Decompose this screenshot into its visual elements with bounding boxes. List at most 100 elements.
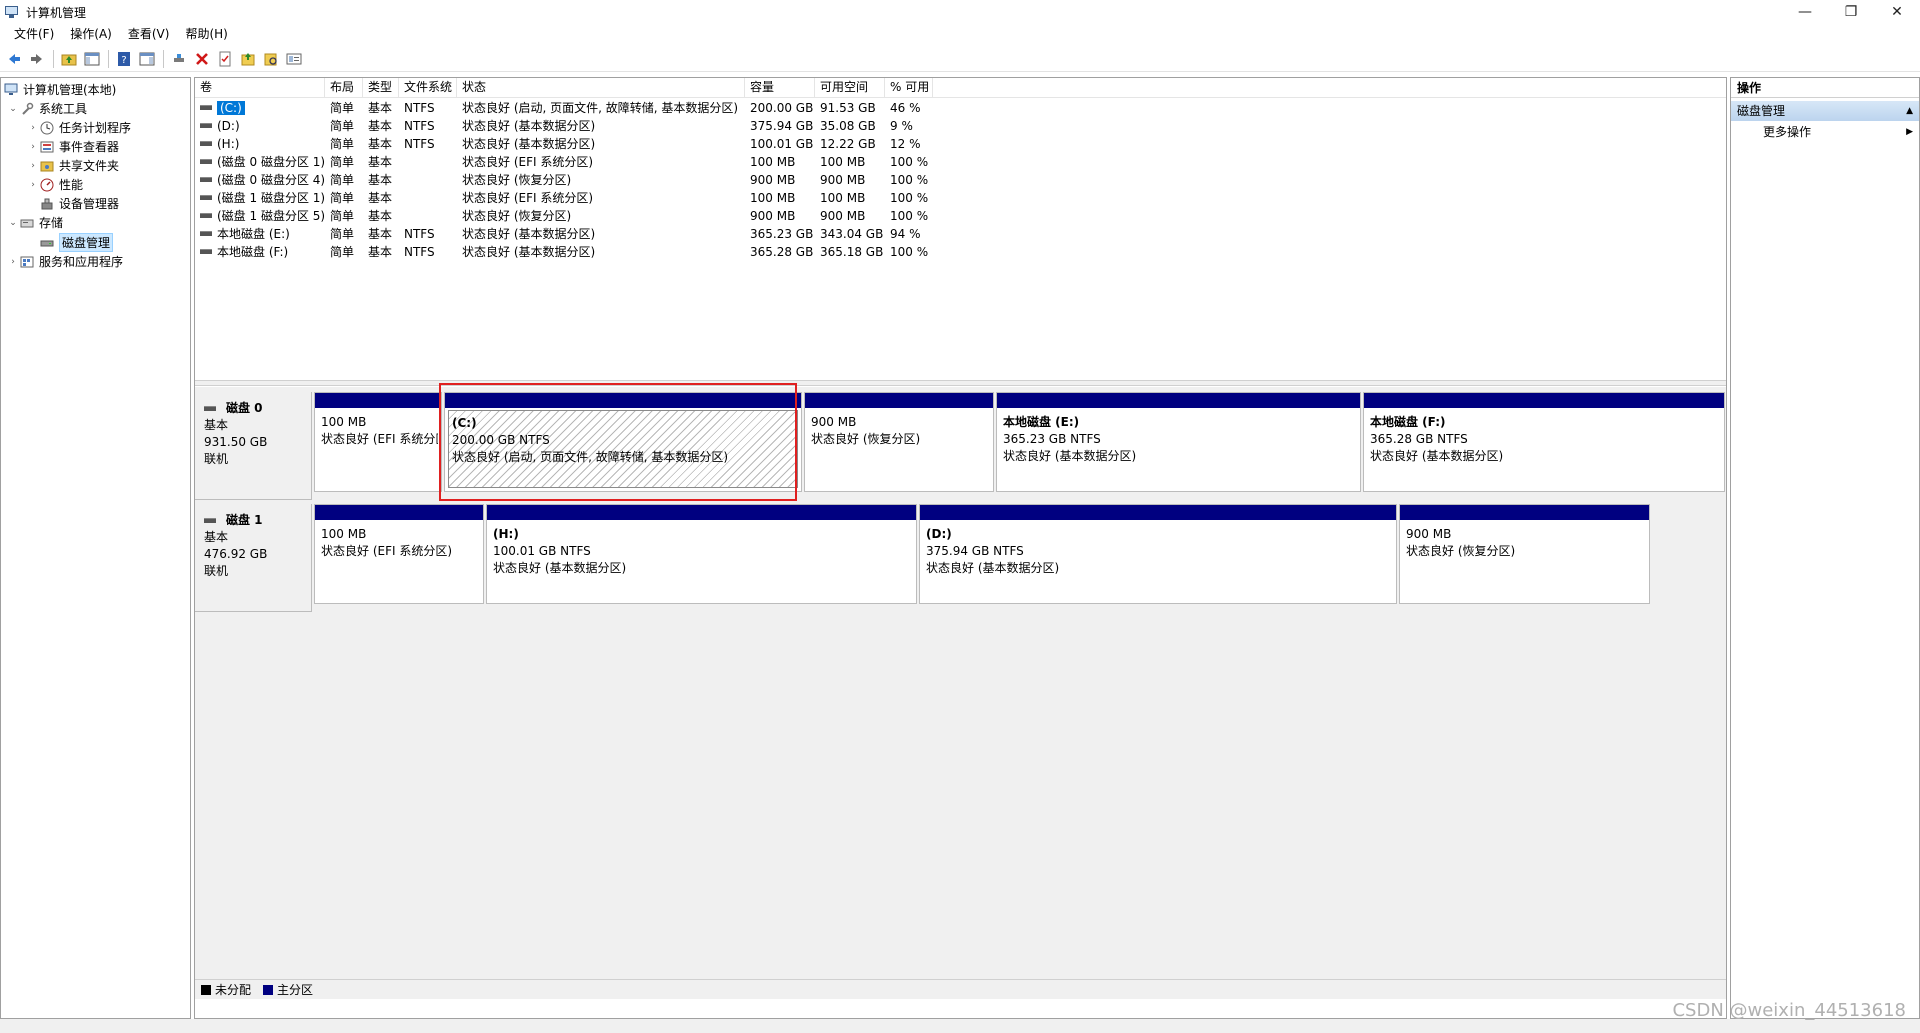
tree-item-task-scheduler[interactable]: › 任务计划程序 [27,118,131,137]
column-header[interactable]: 容量 [745,78,815,98]
chevron-down-icon[interactable]: ⌄ [7,104,19,114]
table-cell: 100 MB [750,155,796,169]
partition-legend: 未分配 主分区 [195,979,1726,999]
partition-name: 本地磁盘 (E:) [1003,415,1080,429]
table-cell: 343.04 GB [820,227,884,241]
chevron-right-icon[interactable]: › [7,257,19,267]
partition-e[interactable]: 本地磁盘 (E:) 365.23 GB NTFS 状态良好 (基本数据分区) [996,392,1361,492]
show-hide-action-pane-button[interactable] [136,48,158,70]
chevron-right-icon[interactable]: › [27,142,39,152]
chevron-down-icon[interactable]: ⌄ [7,218,19,228]
tree-item-shared-folders[interactable]: › 共享文件夹 [27,156,119,175]
table-cell: 状态良好 (恢复分区) [462,173,572,187]
chevron-right-icon[interactable]: › [27,180,39,190]
connect-drive-button[interactable] [168,48,190,70]
disk-type: 基本 [204,418,229,432]
collapse-up-icon[interactable]: ▲ [1906,101,1913,121]
check-disk-button[interactable] [214,48,236,70]
partition-body: (H:) 100.01 GB NTFS 状态良好 (基本数据分区) [490,522,913,600]
disk-1-info[interactable]: 磁盘 1 基本 476.92 GB 联机 [195,504,312,612]
minimize-button[interactable]: — [1782,0,1828,24]
tree-item-label: 性能 [59,178,84,192]
pane-splitter[interactable] [195,380,1726,386]
partition-h[interactable]: (H:) 100.01 GB NTFS 状态良好 (基本数据分区) [486,504,917,604]
column-header[interactable]: 布局 [325,78,363,98]
table-row[interactable]: (D:) 简单 基本 NTFS 状态良好 (基本数据分区) 375.94 GB 35.08 … [195,117,1726,135]
table-row[interactable]: (磁盘 0 磁盘分区 4) 简单 基本 状态良好 (恢复分区) 900 MB 900 MB… [195,171,1726,189]
volume-name: (D:) [217,119,240,133]
forward-button[interactable] [26,48,48,70]
partition-body: 本地磁盘 (E:) 365.23 GB NTFS 状态良好 (基本数据分区) [1000,410,1357,488]
chevron-right-icon[interactable]: › [27,161,39,171]
table-row[interactable]: (磁盘 1 磁盘分区 1) 简单 基本 状态良好 (EFI 系统分区) 100 MB 10… [195,189,1726,207]
table-row[interactable]: (磁盘 0 磁盘分区 1) 简单 基本 状态良好 (EFI 系统分区) 100 MB 10… [195,153,1726,171]
new-folder-button[interactable] [237,48,259,70]
volume-icon [200,213,212,218]
tree-root[interactable]: 计算机管理(本地) [3,80,116,99]
table-row[interactable]: 本地磁盘 (E:) 简单 基本 NTFS 状态良好 (基本数据分区) 365.23 GB 3… [195,225,1726,243]
disk-0-info[interactable]: 磁盘 0 基本 931.50 GB 联机 [195,392,312,500]
volume-table-header: 卷布局 类型 文件系统 状态 容量 可用空间% 可用 [195,78,1726,98]
partition-disk0-recovery[interactable]: 900 MB 状态良好 (恢复分区) [804,392,994,492]
partition-d[interactable]: (D:) 375.94 GB NTFS 状态良好 (基本数据分区) [919,504,1397,604]
search-folder-button[interactable] [260,48,282,70]
column-header[interactable]: 文件系统 [399,78,457,98]
tree-item-services-apps[interactable]: › 服务和应用程序 [7,252,123,271]
table-cell: 100 % [890,245,929,259]
table-cell: 200.00 GB [750,101,814,115]
folder-arrow-icon [241,52,255,65]
close-button[interactable]: ✕ [1874,0,1920,24]
partition-disk1-efi[interactable]: 100 MB 状态良好 (EFI 系统分区) [314,504,484,604]
tree-item-disk-management[interactable]: 磁盘管理 [39,233,114,252]
disk-0-row: 磁盘 0 基本 931.50 GB 联机 100 MB 状态良好 (EFI 系统… [195,392,1726,500]
back-button[interactable] [3,48,25,70]
table-cell: 375.94 GB [750,119,814,133]
table-row[interactable]: 本地磁盘 (F:) 简单 基本 NTFS 状态良好 (基本数据分区) 365.28 GB 3… [195,243,1726,261]
show-hide-tree-button[interactable] [81,48,103,70]
action-section-disk-management[interactable]: 磁盘管理 ▲ [1731,101,1919,121]
volume-icon [200,141,212,146]
column-header[interactable]: 可用空间 [815,78,885,98]
tree-item-performance[interactable]: › 性能 [27,175,83,194]
properties-button[interactable] [283,48,305,70]
partition-bar [315,393,441,408]
tree-item-storage[interactable]: ⌄ 存储 [7,213,63,232]
tree-item-system-tools[interactable]: ⌄ 系统工具 [7,99,87,118]
partition-disk0-efi[interactable]: 100 MB 状态良好 (EFI 系统分区) [314,392,442,492]
tree-item-event-viewer[interactable]: › 事件查看器 [27,137,119,156]
column-header[interactable]: 卷 [195,78,325,98]
menu-help[interactable]: 帮助(H) [177,24,235,44]
up-level-button[interactable] [58,48,80,70]
more-actions-item[interactable]: 更多操作 ▶ [1731,121,1919,143]
menu-action[interactable]: 操作(A) [62,24,120,44]
chevron-right-icon[interactable]: › [27,123,39,133]
table-row[interactable]: (C:) 简单 基本 NTFS 状态良好 (启动, 页面文件, 故障转储, 基本数据分区… [195,99,1726,117]
table-cell [399,171,457,189]
table-cell: 100 % [890,155,929,169]
event-viewer-icon [39,139,55,155]
disk-1-row: 磁盘 1 基本 476.92 GB 联机 100 MB 状态良好 (EFI 系统… [195,504,1726,612]
partition-status: 状态良好 (基本数据分区) [1003,449,1137,463]
table-row[interactable]: (H:) 简单 基本 NTFS 状态良好 (基本数据分区) 100.01 GB 12.22 … [195,135,1726,153]
partition-disk1-recovery[interactable]: 900 MB 状态良好 (恢复分区) [1399,504,1650,604]
table-cell: 基本 [368,101,393,115]
partition-body: 900 MB 状态良好 (恢复分区) [1403,522,1646,600]
partition-status: 状态良好 (恢复分区) [811,432,921,446]
delete-button[interactable] [191,48,213,70]
partition-f[interactable]: 本地磁盘 (F:) 365.28 GB NTFS 状态良好 (基本数据分区) [1363,392,1725,492]
table-cell: 基本 [368,227,393,241]
column-header[interactable]: 状态 [457,78,745,98]
menu-view[interactable]: 查看(V) [120,24,178,44]
restore-button[interactable]: ❐ [1828,0,1874,24]
column-header[interactable]: % 可用 [885,78,933,98]
red-x-icon [196,52,208,65]
table-cell: 100 MB [750,191,796,205]
help-button[interactable]: ? [113,48,135,70]
column-header[interactable]: 类型 [363,78,399,98]
watermark: CSDN @weixin_44513618 [1672,1000,1906,1021]
partition-body: (D:) 375.94 GB NTFS 状态良好 (基本数据分区) [923,522,1393,600]
menu-file[interactable]: 文件(F) [6,24,62,44]
tree-item-device-manager[interactable]: 设备管理器 [39,194,119,213]
submenu-arrow-icon: ▶ [1906,127,1913,137]
table-row[interactable]: (磁盘 1 磁盘分区 5) 简单 基本 状态良好 (恢复分区) 900 MB 900 MB… [195,207,1726,225]
